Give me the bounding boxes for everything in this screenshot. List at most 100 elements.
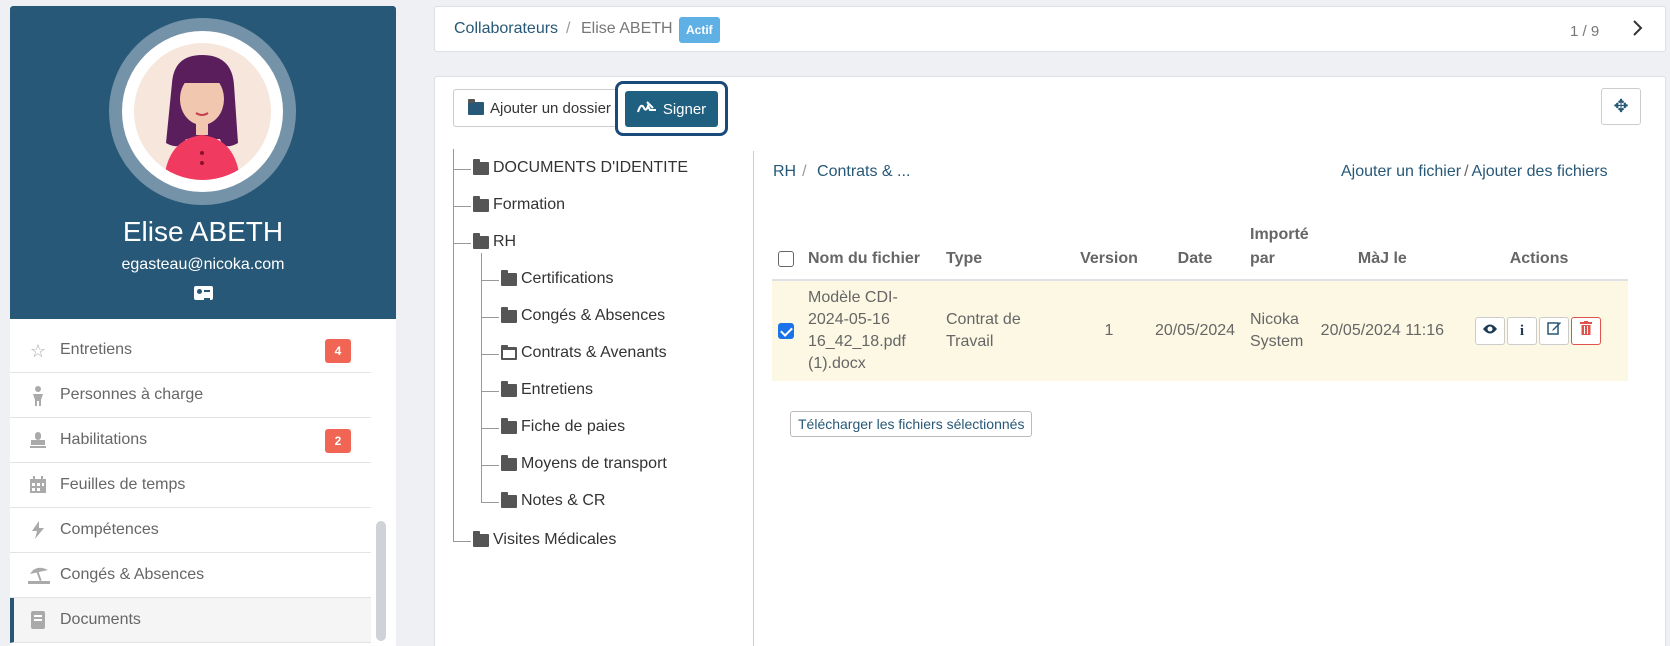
profile-name: Elise ABETH xyxy=(122,216,284,247)
sidebar-item-label: Documents xyxy=(60,611,141,628)
folder-icon xyxy=(501,491,517,508)
tree-node-label: Entretiens xyxy=(521,381,594,398)
tree-node-label: Fiche de paies xyxy=(521,418,626,435)
tree-node-label: Certifications xyxy=(521,270,614,287)
folder-breadcrumb-separator: / xyxy=(802,163,807,180)
tree-node-certifications[interactable]: Certifications xyxy=(501,269,614,288)
tree-node-label: Contrats & Avenants xyxy=(521,344,667,361)
stamp-icon xyxy=(28,431,48,451)
sign-button-focus-ring: Signer xyxy=(615,81,728,136)
folder-icon xyxy=(501,417,517,434)
book-icon xyxy=(28,611,48,631)
tree-node-label: Formation xyxy=(493,196,566,213)
row-actions: i xyxy=(1450,280,1628,381)
breadcrumb-separator: / xyxy=(566,20,571,37)
sidebar-item-conges-absences[interactable]: Congés & Absences xyxy=(10,553,371,598)
sidebar-item-personnes-a-charge[interactable]: Personnes à charge xyxy=(10,373,371,418)
sign-label: Signer xyxy=(662,100,707,118)
pager-count: 1 / 9 xyxy=(1570,23,1600,40)
sidebar-item-label: Personnes à charge xyxy=(60,386,204,403)
tree-node-moyens-de-transport[interactable]: Moyens de transport xyxy=(501,454,667,473)
sidebar-item-label: Congés & Absences xyxy=(60,566,205,583)
tree-node-visites-medicales[interactable]: Visites Médicales xyxy=(473,530,617,549)
add-file-link[interactable]: Ajouter un fichier xyxy=(1341,163,1461,180)
sidebar-item-entretiens[interactable]: ☆ Entretiens 4 xyxy=(10,328,371,373)
add-links-separator: / xyxy=(1464,163,1469,180)
avatar xyxy=(109,18,296,205)
column-date[interactable]: Date xyxy=(1146,223,1244,281)
trash-icon[interactable] xyxy=(1571,317,1602,345)
folder-icon xyxy=(473,530,489,547)
sidebar-item-label: Habilitations xyxy=(60,431,148,448)
tree-node-label: Visites Médicales xyxy=(493,531,617,548)
id-card-icon[interactable] xyxy=(194,286,213,300)
sign-button[interactable]: Signer xyxy=(625,91,718,127)
folder-breadcrumb-rh[interactable]: RH xyxy=(773,163,796,180)
profile-email: egasteau@nicoka.com xyxy=(121,256,285,273)
sidebar-item-label: Entretiens xyxy=(60,341,133,358)
breadcrumb-collaborateurs[interactable]: Collaborateurs xyxy=(454,20,558,38)
star-icon: ☆ xyxy=(29,341,47,361)
sidebar-item-label: Compétences xyxy=(60,521,159,538)
count-badge: 2 xyxy=(325,429,351,453)
column-version[interactable]: Version xyxy=(1072,223,1146,281)
avatar-illustration xyxy=(164,55,240,180)
folder-open-icon xyxy=(501,344,517,360)
add-folder-label: Ajouter un dossier xyxy=(490,99,611,117)
tree-node-conges-absences[interactable]: Congés & Absences xyxy=(501,306,666,325)
select-all-checkbox[interactable] xyxy=(778,250,794,267)
folder-icon xyxy=(501,306,517,323)
child-icon xyxy=(28,386,48,406)
bolt-icon xyxy=(28,521,48,541)
sidebar-menu: ☆ Entretiens 4 Personnes à charge Habili… xyxy=(10,328,371,643)
files-table: Nom du fichier Type Version Date Importé… xyxy=(772,223,1628,381)
tree-node-documents-identite[interactable]: DOCUMENTS D'IDENTITE xyxy=(473,158,688,177)
sidebar-item-competences[interactable]: Compétences xyxy=(10,508,371,553)
eye-icon[interactable] xyxy=(1475,317,1506,345)
file-name-link[interactable]: Modèle CDI-2024-05-16 16_42_18.pdf (1).d… xyxy=(802,280,940,381)
tree-node-label: Moyens de transport xyxy=(521,455,667,472)
breadcrumb-current: Elise ABETH xyxy=(581,20,673,37)
add-file-links: Ajouter un fichier / Ajouter des fichiers xyxy=(1341,163,1608,181)
tree-node-fiche-de-paies[interactable]: Fiche de paies xyxy=(501,417,626,436)
arrows-move-icon[interactable]: ✥ xyxy=(1601,88,1641,125)
panel-divider xyxy=(753,151,754,646)
tree-node-contrats-avenants[interactable]: Contrats & Avenants xyxy=(501,344,667,362)
column-type[interactable]: Type xyxy=(940,223,1072,281)
folder-icon xyxy=(501,380,517,397)
sidebar-item-label: Feuilles de temps xyxy=(60,476,186,493)
edit-icon[interactable] xyxy=(1539,317,1570,345)
folder-icon xyxy=(501,454,517,471)
tree-node-label: Congés & Absences xyxy=(521,307,666,324)
info-icon[interactable]: i xyxy=(1507,317,1538,345)
sidebar: Elise ABETH egasteau@nicoka.com ☆ Entret… xyxy=(10,6,396,646)
tree-node-formation[interactable]: Formation xyxy=(473,195,566,214)
column-imported-by[interactable]: Importé par xyxy=(1244,223,1315,281)
add-files-link[interactable]: Ajouter des fichiers xyxy=(1472,163,1608,180)
tree-node-rh[interactable]: RH xyxy=(473,232,517,251)
folder-icon xyxy=(473,158,489,175)
sidebar-item-feuilles-de-temps[interactable]: Feuilles de temps xyxy=(10,463,371,508)
signature-icon xyxy=(636,100,657,118)
status-badge: Actif xyxy=(679,17,720,43)
folder-icon xyxy=(468,98,484,115)
tree-node-entretiens[interactable]: Entretiens xyxy=(501,380,594,399)
chevron-right-icon[interactable] xyxy=(1625,18,1649,42)
sidebar-item-documents[interactable]: Documents xyxy=(10,598,371,643)
profile-card: Elise ABETH egasteau@nicoka.com xyxy=(10,6,396,319)
add-folder-button[interactable]: Ajouter un dossier xyxy=(453,89,624,127)
tree-node-notes-cr[interactable]: Notes & CR xyxy=(501,491,606,510)
tree-node-label: RH xyxy=(493,233,517,250)
file-updated: 20/05/2024 11:16 xyxy=(1314,280,1451,381)
row-checkbox[interactable] xyxy=(778,322,794,339)
folder-tree: DOCUMENTS D'IDENTITE Formation RH Certif… xyxy=(453,149,753,646)
column-updated[interactable]: MàJ le xyxy=(1314,223,1451,281)
sidebar-item-habilitations[interactable]: Habilitations 2 xyxy=(10,418,371,463)
sidebar-scrollbar[interactable] xyxy=(376,521,386,641)
download-selected-button[interactable]: Télécharger les fichiers sélectionnés xyxy=(790,411,1033,437)
column-name[interactable]: Nom du fichier xyxy=(802,223,940,281)
umbrella-beach-icon xyxy=(28,566,50,586)
tree-node-label: Notes & CR xyxy=(521,492,606,509)
file-version: 1 xyxy=(1072,280,1146,381)
folder-icon xyxy=(473,232,489,249)
